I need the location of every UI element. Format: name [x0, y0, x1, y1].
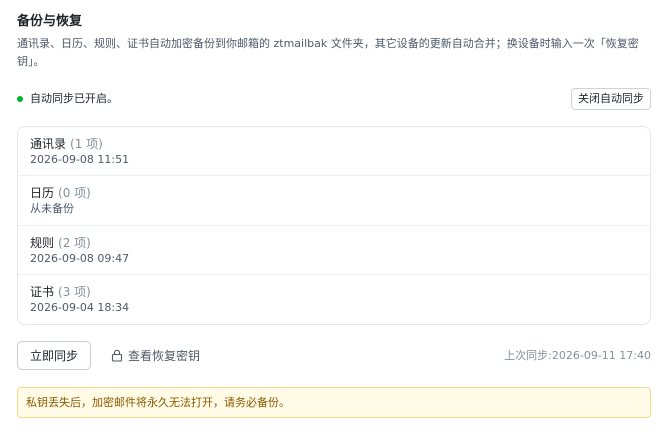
disable-auto-sync-button[interactable]: 关闭自动同步	[571, 88, 651, 110]
item-backup-time: 2026-09-08 09:47	[30, 251, 130, 265]
item-count: (1 项)	[70, 137, 103, 151]
item-name: 证书	[30, 284, 55, 299]
view-recovery-key-link[interactable]: 查看恢复密钥	[111, 347, 200, 365]
item-name: 规则	[30, 235, 55, 250]
item-name: 日历	[30, 186, 55, 201]
item-count: (3 项)	[58, 284, 91, 299]
sync-status-row: 自动同步已开启。 关闭自动同步	[17, 88, 651, 110]
list-item: 证书 (3 项) 2026-09-04 18:34	[18, 275, 650, 324]
sync-now-button[interactable]: 立即同步	[17, 341, 91, 370]
item-backup-time: 2026-09-04 18:34	[30, 300, 130, 314]
item-count: (0 项)	[58, 186, 91, 201]
private-key-warning: 私钥丢失后，加密邮件将永久无法打开，请务必备份。	[17, 387, 651, 418]
item-backup-time: 2026-09-08 11:51	[30, 153, 130, 166]
item-backup-time: 从未备份	[30, 202, 74, 216]
view-recovery-key-label: 查看恢复密钥	[128, 349, 201, 363]
section-title: 备份与恢复	[17, 14, 83, 29]
status-dot-icon	[17, 96, 23, 102]
list-item: 日历 (0 项) 从未备份	[18, 176, 650, 226]
item-count: (2 项)	[58, 235, 91, 250]
backup-item-list: 通讯录 (1 项) 2026-09-08 11:51 日历 (0 项) 从未备份 规…	[17, 126, 651, 325]
list-item: 通讯录 (1 项) 2026-09-08 11:51	[18, 127, 650, 177]
list-item: 规则 (2 项) 2026-09-08 09:47	[18, 226, 650, 275]
last-sync-time: 上次同步:2026-09-11 17:40	[504, 349, 651, 362]
lock-icon	[111, 349, 123, 362]
item-name: 通讯录	[30, 137, 67, 151]
sync-status-text: 自动同步已开启。	[30, 92, 118, 105]
section-description: 通讯录、日历、规则、证书自动加密备份到你邮箱的 ztmailbak 文件夹，其它…	[17, 37, 639, 68]
